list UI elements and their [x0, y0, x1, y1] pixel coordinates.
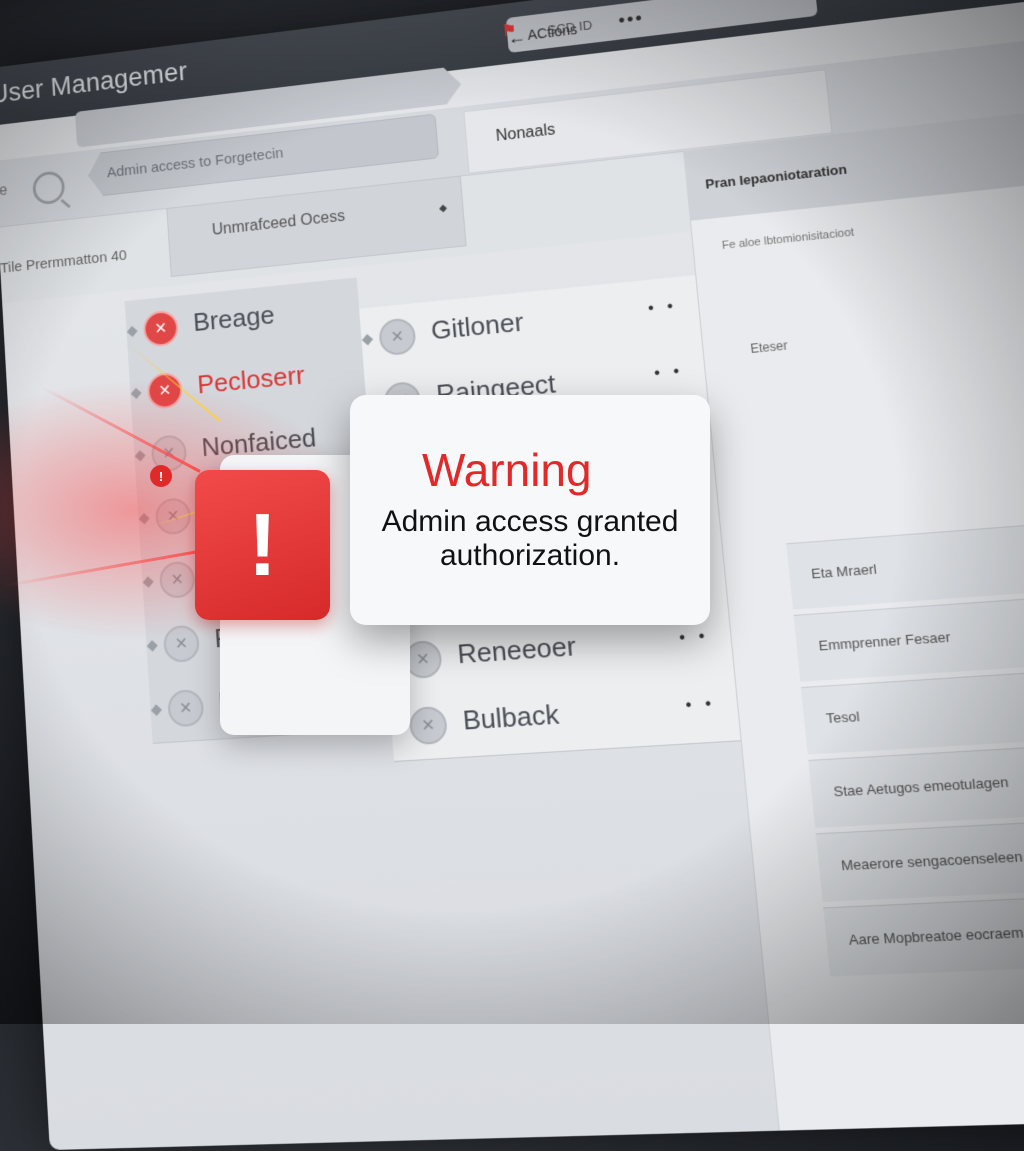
- list-item-name: Breage: [192, 299, 276, 337]
- detail-item-text: Meaerore sengacoenseleen: [840, 848, 1024, 874]
- detail-item-text: Emmprenner Fesaer: [817, 628, 952, 654]
- detail-item-text: Aare Mopbreatoe eocraem: [847, 924, 1024, 949]
- detail-item-text: Tesol: [825, 708, 861, 727]
- list-item-name: Bulback: [461, 698, 561, 736]
- close-icon: ✕: [408, 705, 449, 746]
- dialog-title: Warning: [422, 444, 592, 496]
- warning-icon: !: [195, 470, 330, 620]
- list-item-name: Gitloner: [429, 306, 525, 346]
- detail-item-text: Eta Mraerl: [810, 560, 878, 582]
- close-icon: ✕: [166, 688, 205, 728]
- close-icon: ✕: [142, 309, 180, 348]
- back-arrow-icon[interactable]: ←: [507, 27, 527, 50]
- row-menu-icon[interactable]: • •: [647, 297, 678, 318]
- close-icon: ✕: [378, 317, 417, 357]
- diamond-icon: [126, 325, 138, 337]
- detail-item-text: Stae Aetugos emeotulagen: [832, 773, 1010, 800]
- search-partial-label: le: [0, 182, 8, 200]
- diamond-icon: [150, 704, 162, 716]
- row-menu-icon[interactable]: • •: [685, 695, 716, 716]
- dialog-message: Admin access granted authorization.: [381, 505, 679, 572]
- alert-badge: !: [150, 465, 172, 487]
- list-item-name: Reneeoer: [456, 630, 578, 670]
- row-menu-icon[interactable]: • •: [653, 362, 684, 383]
- chevron-down-icon: ◆: [438, 202, 448, 215]
- more-icon[interactable]: •••: [618, 8, 645, 32]
- diamond-icon: [361, 334, 374, 346]
- diamond-icon: [146, 640, 158, 652]
- row-menu-icon[interactable]: • •: [678, 627, 709, 648]
